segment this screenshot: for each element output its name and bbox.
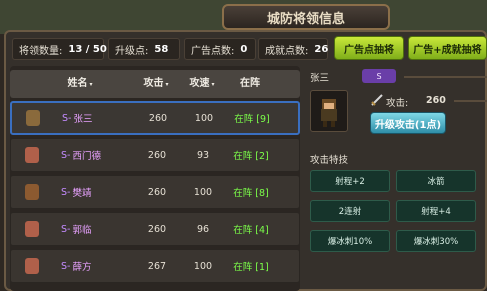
header-attack-label: 攻击: [143, 78, 164, 89]
status-cell: 在阵 [8]: [233, 188, 269, 199]
title-tab: 城防将领信息: [222, 4, 390, 30]
skill-slot[interactable]: 射程+2: [310, 170, 390, 192]
sort-arrow-icon: ▾: [89, 81, 93, 88]
divider: [404, 76, 487, 78]
grade-prefix: S-: [61, 223, 71, 235]
general-count-stat: 将领数量: 13 / 50: [12, 38, 107, 60]
table-row[interactable]: S- 樊靖 260 100 在阵 [8]: [10, 175, 300, 209]
ad-points-stat: 广告点数: 0: [184, 38, 256, 60]
grade-prefix: S-: [61, 260, 71, 272]
general-name: S- 西门德: [61, 139, 131, 171]
general-name-text: 西门德: [72, 151, 101, 162]
detail-name: 张三: [310, 73, 330, 84]
general-name-text: 薛方: [72, 262, 92, 273]
general-avatar-icon: [26, 110, 40, 126]
general-detail-panel: 张三 S 攻击: 260 升级攻击(1点) 攻击特技 射程+2 冰箭 2连射 射…: [304, 66, 487, 291]
header-name[interactable]: 姓名 ▾: [50, 70, 110, 98]
achieve-points-value: 26: [314, 43, 329, 55]
sort-arrow-icon: ▾: [165, 81, 169, 88]
ad-points-label: 广告点数:: [191, 45, 235, 57]
skills-title: 攻击特技: [310, 155, 349, 166]
table-row[interactable]: S- 薛方 267 100 在阵 [1]: [10, 249, 300, 283]
general-avatar-icon: [25, 221, 39, 237]
header-speed[interactable]: 攻速 ▾: [180, 70, 224, 98]
warrior-icon: [321, 99, 337, 127]
upgrade-points-value: 58: [154, 43, 169, 55]
table-header: 姓名 ▾ 攻击 ▾ 攻速 ▾ 在阵: [10, 70, 300, 98]
general-portrait: [310, 90, 348, 132]
attack-cell: 260: [147, 186, 167, 198]
general-count-value: 13 / 50: [68, 43, 107, 55]
general-avatar-icon: [25, 184, 39, 200]
header-name-label: 姓名: [67, 78, 88, 89]
ad-achieve-draw-button[interactable]: 广告+成就抽将: [408, 36, 487, 60]
general-list: 姓名 ▾ 攻击 ▾ 攻速 ▾ 在阵 S- 张三 260 100 在阵 [9] S- 西门德…: [10, 66, 300, 291]
speed-cell: 100: [194, 112, 214, 124]
divider: [454, 100, 487, 102]
achieve-points-stat: 成就点数: 26: [258, 38, 328, 60]
speed-cell: 96: [196, 223, 210, 235]
achieve-points-label: 成就点数:: [265, 45, 309, 57]
attack-label: 攻击:: [386, 98, 409, 109]
skill-slot[interactable]: 2连射: [310, 200, 390, 222]
speed-cell: 100: [193, 186, 213, 198]
attack-cell: 260: [147, 223, 167, 235]
sort-arrow-icon: ▾: [211, 81, 215, 88]
skill-slot[interactable]: 爆冰刺10%: [310, 230, 390, 252]
general-name-text: 郭临: [72, 225, 92, 236]
status-cell: 在阵 [1]: [233, 262, 269, 273]
attack-value: 260: [426, 95, 446, 106]
skill-slot[interactable]: 射程+4: [396, 200, 476, 222]
ad-draw-button[interactable]: 广告点抽将: [334, 36, 404, 60]
skill-slot[interactable]: 冰箭: [396, 170, 476, 192]
status-cell: 在阵 [4]: [233, 225, 269, 236]
general-name-text: 樊靖: [72, 188, 92, 199]
upgrade-points-label: 升级点:: [115, 45, 149, 57]
general-avatar-icon: [25, 258, 39, 274]
general-avatar-icon: [25, 147, 39, 163]
attack-cell: 260: [147, 149, 167, 161]
upgrade-points-stat: 升级点: 58: [108, 38, 180, 60]
status-cell: 在阵 [2]: [233, 151, 269, 162]
general-name: S- 郭临: [61, 213, 131, 245]
general-name: S- 薛方: [61, 250, 131, 282]
grade-prefix: S-: [62, 112, 72, 124]
general-name: S- 张三: [62, 103, 132, 133]
general-count-label: 将领数量:: [19, 45, 63, 57]
attack-cell: 260: [148, 112, 168, 124]
general-name: S- 樊靖: [61, 176, 131, 208]
upgrade-attack-button[interactable]: 升级攻击(1点): [370, 112, 446, 134]
general-name-text: 张三: [73, 114, 93, 125]
panel-title: 城防将领信息: [266, 11, 345, 27]
status-cell: 在阵 [9]: [234, 114, 270, 125]
table-row[interactable]: S- 郭临 260 96 在阵 [4]: [10, 212, 300, 246]
ad-points-value: 0: [240, 43, 248, 55]
table-row[interactable]: S- 张三 260 100 在阵 [9]: [10, 101, 300, 135]
header-attack[interactable]: 攻击 ▾: [134, 70, 178, 98]
grade-prefix: S-: [61, 149, 71, 161]
attack-cell: 267: [147, 260, 167, 272]
speed-cell: 93: [196, 149, 210, 161]
header-status[interactable]: 在阵: [228, 70, 272, 98]
grade-prefix: S-: [61, 186, 71, 198]
speed-cell: 100: [193, 260, 213, 272]
grade-badge: S: [362, 69, 396, 83]
sword-icon: [371, 94, 383, 106]
table-row[interactable]: S- 西门德 260 93 在阵 [2]: [10, 138, 300, 172]
skill-slot[interactable]: 爆冰刺30%: [396, 230, 476, 252]
header-speed-label: 攻速: [189, 78, 210, 89]
